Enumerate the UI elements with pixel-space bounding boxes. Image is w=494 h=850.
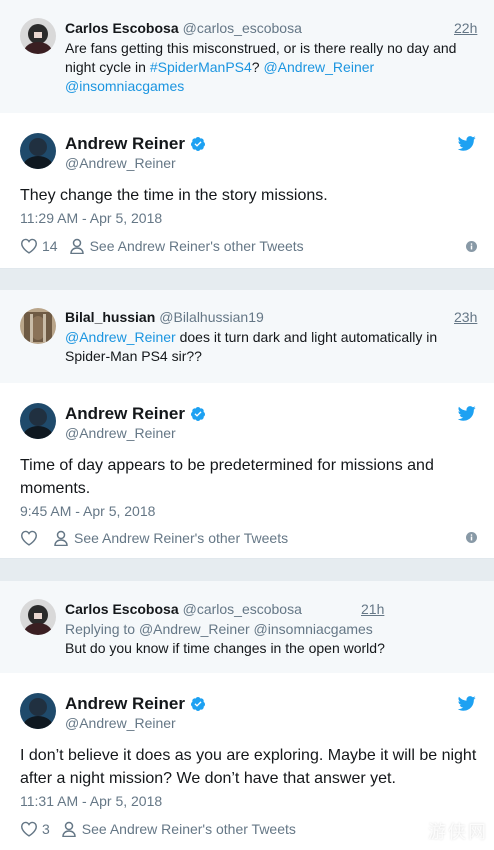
mention-link[interactable]: @Andrew_Reiner [65, 329, 176, 345]
hashtag-link[interactable]: #SpiderManPS4 [150, 59, 252, 75]
avatar[interactable] [20, 18, 56, 54]
author-handle[interactable]: @Bilalhussian19 [159, 309, 264, 325]
tweet-datetime[interactable]: 9:45 AM - Apr 5, 2018 [20, 503, 155, 519]
author-handle[interactable]: @carlos_escobosa [183, 20, 302, 36]
mention-link[interactable]: @insomniacgames [65, 78, 184, 94]
tweet-text: But do you know if time changes in the o… [65, 640, 385, 656]
embedded-tweet-1: Andrew Reiner @Andrew_Reiner They change… [0, 113, 494, 269]
avatar[interactable] [20, 133, 56, 169]
tweet-time[interactable]: 23h [454, 309, 477, 325]
heart-icon[interactable] [20, 530, 38, 546]
author-handle[interactable]: @Andrew_Reiner [65, 715, 176, 731]
heart-icon[interactable] [20, 238, 38, 254]
tweet-text: @Andrew_Reiner does it turn dark and lig… [65, 329, 438, 364]
tweet-time[interactable]: 22h [454, 20, 477, 36]
tweet-actions: 14 See Andrew Reiner's other Tweets [20, 236, 304, 256]
author-handle[interactable]: @Andrew_Reiner [65, 425, 176, 441]
avatar[interactable] [20, 599, 56, 635]
author-name[interactable]: Bilal_hussian @Bilalhussian19 [65, 309, 264, 325]
verified-badge-icon [190, 697, 205, 711]
verified-badge-icon [190, 407, 205, 421]
author-name[interactable]: Andrew Reiner [65, 134, 206, 154]
watermark: 游侠网 [428, 822, 488, 843]
author-handle[interactable]: @Andrew_Reiner [65, 155, 176, 171]
tweet-text: They change the time in the story missio… [20, 187, 328, 204]
twitter-bird-icon[interactable] [458, 406, 476, 421]
avatar[interactable] [20, 693, 56, 729]
tweet-datetime[interactable]: 11:29 AM - Apr 5, 2018 [20, 210, 162, 226]
person-icon [69, 238, 84, 254]
person-icon [62, 821, 76, 837]
embedded-tweet-2: Andrew Reiner @Andrew_Reiner Time of day… [0, 383, 494, 559]
verified-badge-icon [190, 137, 205, 151]
tweet-text: I don’t believe it does as you are explo… [20, 747, 477, 787]
other-tweets-link[interactable]: See Andrew Reiner's other Tweets [74, 530, 288, 546]
embedded-tweet-3: Andrew Reiner @Andrew_Reiner I don’t bel… [0, 673, 494, 850]
like-count[interactable]: 3 [42, 821, 50, 837]
tweet-text: Are fans getting this misconstrued, or i… [65, 40, 457, 94]
reply-tweet-3: Carlos Escobosa @carlos_escobosa 21h Repl… [0, 581, 494, 673]
author-name[interactable]: Carlos Escobosa @carlos_escobosa [65, 20, 302, 36]
mention-link[interactable]: @insomniacgames [254, 621, 373, 637]
avatar[interactable] [20, 403, 56, 439]
author-handle[interactable]: @carlos_escobosa [183, 601, 302, 617]
other-tweets-link[interactable]: See Andrew Reiner's other Tweets [90, 238, 304, 254]
avatar[interactable] [20, 308, 56, 344]
tweet-text: Time of day appears to be predetermined … [20, 457, 434, 497]
author-name[interactable]: Carlos Escobosa @carlos_escobosa [65, 601, 302, 617]
tweet-time[interactable]: 21h [361, 601, 384, 617]
mention-link[interactable]: @Andrew_Reiner [139, 621, 250, 637]
other-tweets-link[interactable]: See Andrew Reiner's other Tweets [82, 821, 296, 837]
replying-to: Replying to @Andrew_Reiner @insomniacgam… [65, 621, 373, 637]
twitter-bird-icon[interactable] [458, 136, 476, 151]
author-name[interactable]: Andrew Reiner [65, 694, 206, 714]
tweet-actions: 3 See Andrew Reiner's other Tweets [20, 819, 296, 839]
mention-link[interactable]: @Andrew_Reiner [263, 59, 374, 75]
like-count[interactable]: 14 [42, 238, 58, 254]
reply-tweet-2: Bilal_hussian @Bilalhussian19 23h @Andrew… [0, 290, 494, 383]
person-icon [54, 530, 68, 546]
info-icon[interactable] [466, 532, 477, 543]
reply-tweet-1: Carlos Escobosa @carlos_escobosa 22h Are … [0, 0, 494, 113]
tweet-datetime[interactable]: 11:31 AM - Apr 5, 2018 [20, 793, 162, 809]
info-icon[interactable] [466, 241, 477, 252]
author-name[interactable]: Andrew Reiner [65, 404, 206, 424]
tweet-actions: See Andrew Reiner's other Tweets [20, 528, 288, 548]
twitter-bird-icon[interactable] [458, 696, 476, 711]
heart-icon[interactable] [20, 821, 38, 837]
